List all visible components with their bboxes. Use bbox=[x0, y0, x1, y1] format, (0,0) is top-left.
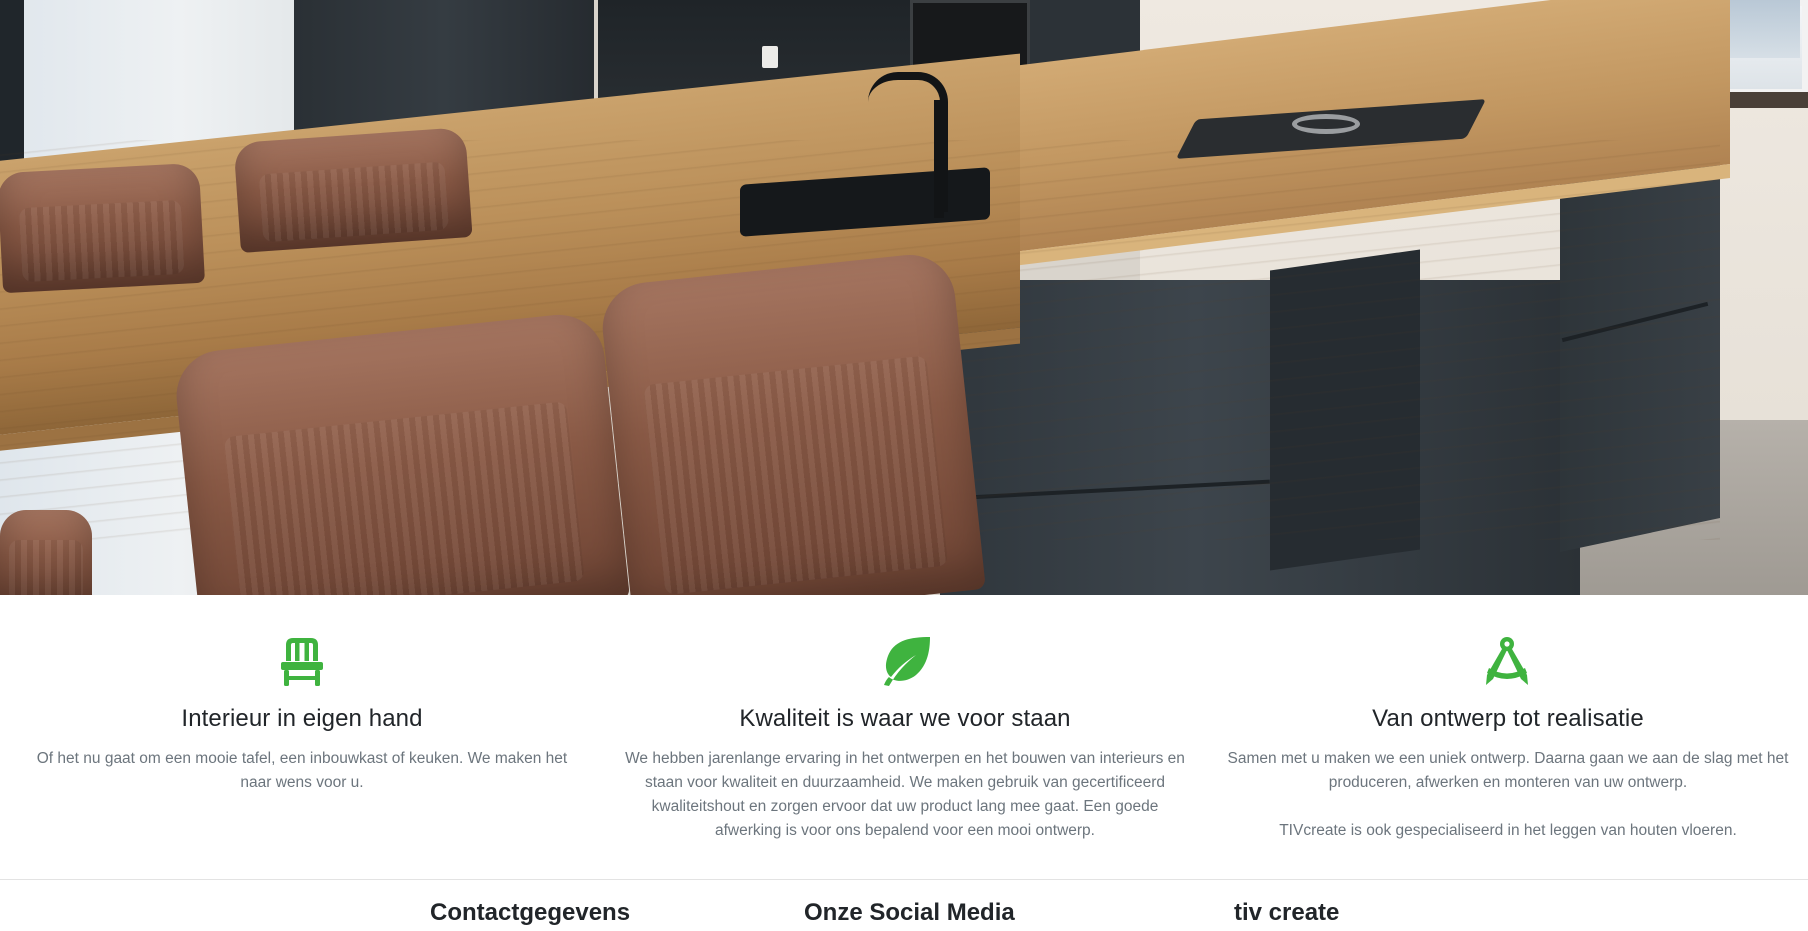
feature-text: Samen met u maken we een uniek ontwerp. … bbox=[1227, 750, 1789, 791]
footer-heading-contact: Contactgegevens bbox=[430, 899, 631, 926]
hero-image bbox=[0, 0, 1808, 595]
feature-text: Of het nu gaat om een mooie tafel, een i… bbox=[36, 750, 568, 791]
footer-heading-brand: tiv create bbox=[1234, 899, 1340, 926]
compass-drafting-icon bbox=[1486, 637, 1528, 685]
feature-text: We hebben jarenlange ervaring in het ont… bbox=[625, 750, 1185, 839]
features-section: Interieur in eigen hand Of het nu gaat o… bbox=[0, 595, 1808, 880]
leaf-icon bbox=[884, 637, 930, 686]
feature-title: Van ontwerp tot realisatie bbox=[1372, 705, 1644, 732]
feature-title: Kwaliteit is waar we voor staan bbox=[739, 705, 1071, 732]
chair-icon bbox=[281, 638, 323, 686]
footer-divider bbox=[0, 879, 1808, 880]
footer-heading-social: Onze Social Media bbox=[804, 899, 1015, 926]
feature-ontwerp: Van ontwerp tot realisatie Samen met u m… bbox=[1216, 595, 1800, 843]
feature-text: TIVcreate is ook gespecialiseerd in het … bbox=[1279, 822, 1737, 839]
feature-kwaliteit: Kwaliteit is waar we voor staan We hebbe… bbox=[620, 595, 1190, 843]
feature-title: Interieur in eigen hand bbox=[181, 705, 423, 732]
feature-interieur: Interieur in eigen hand Of het nu gaat o… bbox=[20, 595, 584, 795]
